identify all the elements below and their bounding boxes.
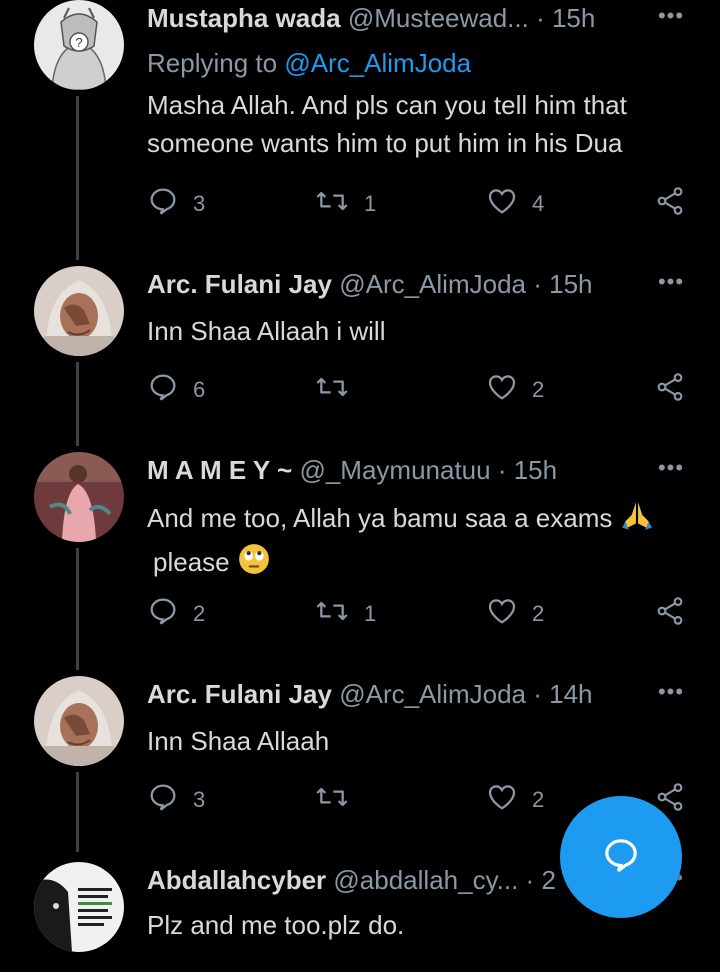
reply-icon <box>147 185 179 223</box>
user-handle[interactable]: @Musteewad... <box>348 3 529 33</box>
retweet-icon <box>314 371 350 409</box>
share-button[interactable] <box>654 184 686 224</box>
reply-icon <box>147 371 179 409</box>
avatar[interactable] <box>34 862 124 952</box>
tweet-actions: 6 2 <box>0 370 720 410</box>
user-handle[interactable]: @abdallah_cy... <box>333 865 518 895</box>
tweet-text: And me too, Allah ya bamu saa a exams pl… <box>147 498 692 586</box>
display-name[interactable]: Mustapha wada <box>147 3 341 33</box>
tweet-header: M A M E Y ~ @_Maymunatuu · 15h <box>147 454 557 486</box>
avatar[interactable]: ? <box>34 0 124 90</box>
tweet-text: Masha Allah. And pls can you tell him th… <box>147 90 627 158</box>
tweet-text: Inn Shaa Allaah <box>147 726 330 756</box>
display-name[interactable]: Abdallahcyber <box>147 865 326 895</box>
timestamp[interactable]: 2 <box>541 865 555 895</box>
retweet-icon <box>314 781 350 819</box>
reply-button[interactable]: 3 <box>147 780 205 820</box>
like-button[interactable]: 4 <box>486 184 544 224</box>
separator: · <box>490 455 514 485</box>
retweet-button[interactable] <box>314 370 364 410</box>
share-icon <box>654 185 686 223</box>
compose-reply-button[interactable] <box>560 796 682 918</box>
like-count: 2 <box>532 787 545 812</box>
reply-button[interactable]: 2 <box>147 594 205 634</box>
display-name[interactable]: Arc. Fulani Jay <box>147 679 332 709</box>
tweet-header: Abdallahcyber @abdallah_cy... · 2 <box>147 864 556 896</box>
tweet-actions: 3 1 4 <box>0 184 720 224</box>
like-button[interactable]: 2 <box>486 780 544 820</box>
avatar[interactable] <box>34 676 124 766</box>
retweet-count: 1 <box>364 191 377 216</box>
tweet-header: Mustapha wada @Musteewad... · 15h <box>147 2 595 34</box>
like-button[interactable]: 2 <box>486 594 544 634</box>
heart-icon <box>486 595 518 633</box>
tweet-header: Arc. Fulani Jay @Arc_AlimJoda · 15h <box>147 268 593 300</box>
tweet-actions: 2 1 2 <box>0 594 720 634</box>
timestamp[interactable]: 15h <box>514 455 557 485</box>
folded-hands-emoji-icon <box>620 498 654 542</box>
like-count: 2 <box>532 377 545 402</box>
replying-to-handle[interactable]: @Arc_AlimJoda <box>284 48 471 78</box>
share-icon <box>654 595 686 633</box>
tweet-text: Inn Shaa Allaah i will <box>147 316 386 346</box>
separator: · <box>526 679 550 709</box>
reply-button[interactable]: 3 <box>147 184 205 224</box>
share-button[interactable] <box>654 370 686 410</box>
reply-icon <box>147 595 179 633</box>
timestamp[interactable]: 15h <box>552 3 595 33</box>
avatar[interactable] <box>34 266 124 356</box>
reply-button[interactable]: 6 <box>147 370 205 410</box>
more-options-icon[interactable]: ••• <box>654 678 688 710</box>
svg-text:?: ? <box>75 35 82 50</box>
compose-reply-icon <box>601 835 641 880</box>
rolling-eyes-emoji-icon <box>237 542 271 586</box>
like-count: 2 <box>532 601 545 626</box>
user-handle[interactable]: @Arc_AlimJoda <box>339 269 526 299</box>
retweet-count: 1 <box>364 601 377 626</box>
replying-to: Replying to @Arc_AlimJoda <box>147 48 471 79</box>
like-count: 4 <box>532 191 545 216</box>
separator: · <box>518 865 542 895</box>
heart-icon <box>486 185 518 223</box>
reply-count: 2 <box>193 601 206 626</box>
tweet[interactable]: ? Mustapha wada @Musteewad... · 15h ••• … <box>0 0 720 250</box>
reply-count: 3 <box>193 191 206 216</box>
heart-icon <box>486 371 518 409</box>
retweet-button[interactable] <box>314 780 364 820</box>
more-options-icon[interactable]: ••• <box>654 454 688 486</box>
display-name[interactable]: Arc. Fulani Jay <box>147 269 332 299</box>
share-icon <box>654 371 686 409</box>
reply-icon <box>147 781 179 819</box>
tweet[interactable]: M A M E Y ~ @_Maymunatuu · 15h ••• And m… <box>0 452 720 652</box>
separator: · <box>526 269 550 299</box>
user-handle[interactable]: @Arc_AlimJoda <box>339 679 526 709</box>
retweet-icon <box>314 595 350 633</box>
like-button[interactable]: 2 <box>486 370 544 410</box>
tweet[interactable]: Arc. Fulani Jay @Arc_AlimJoda · 15h ••• … <box>0 266 720 426</box>
separator: · <box>528 3 552 33</box>
retweet-icon <box>314 185 350 223</box>
display-name[interactable]: M A M E Y ~ <box>147 455 292 485</box>
heart-icon <box>486 781 518 819</box>
retweet-button[interactable]: 1 <box>314 184 376 224</box>
timestamp[interactable]: 14h <box>549 679 592 709</box>
more-options-icon[interactable]: ••• <box>654 268 688 300</box>
user-handle[interactable]: @_Maymunatuu <box>299 455 490 485</box>
replying-to-label: Replying to <box>147 48 285 78</box>
tweet-text-line: And me too, Allah ya bamu saa a exams <box>147 498 692 542</box>
tweet-header: Arc. Fulani Jay @Arc_AlimJoda · 14h <box>147 678 593 710</box>
reply-count: 6 <box>193 377 206 402</box>
share-button[interactable] <box>654 594 686 634</box>
tweet-text-line: please <box>147 542 692 586</box>
more-options-icon[interactable]: ••• <box>654 2 688 34</box>
retweet-button[interactable]: 1 <box>314 594 376 634</box>
avatar[interactable] <box>34 452 124 542</box>
timestamp[interactable]: 15h <box>549 269 592 299</box>
reply-count: 3 <box>193 787 206 812</box>
